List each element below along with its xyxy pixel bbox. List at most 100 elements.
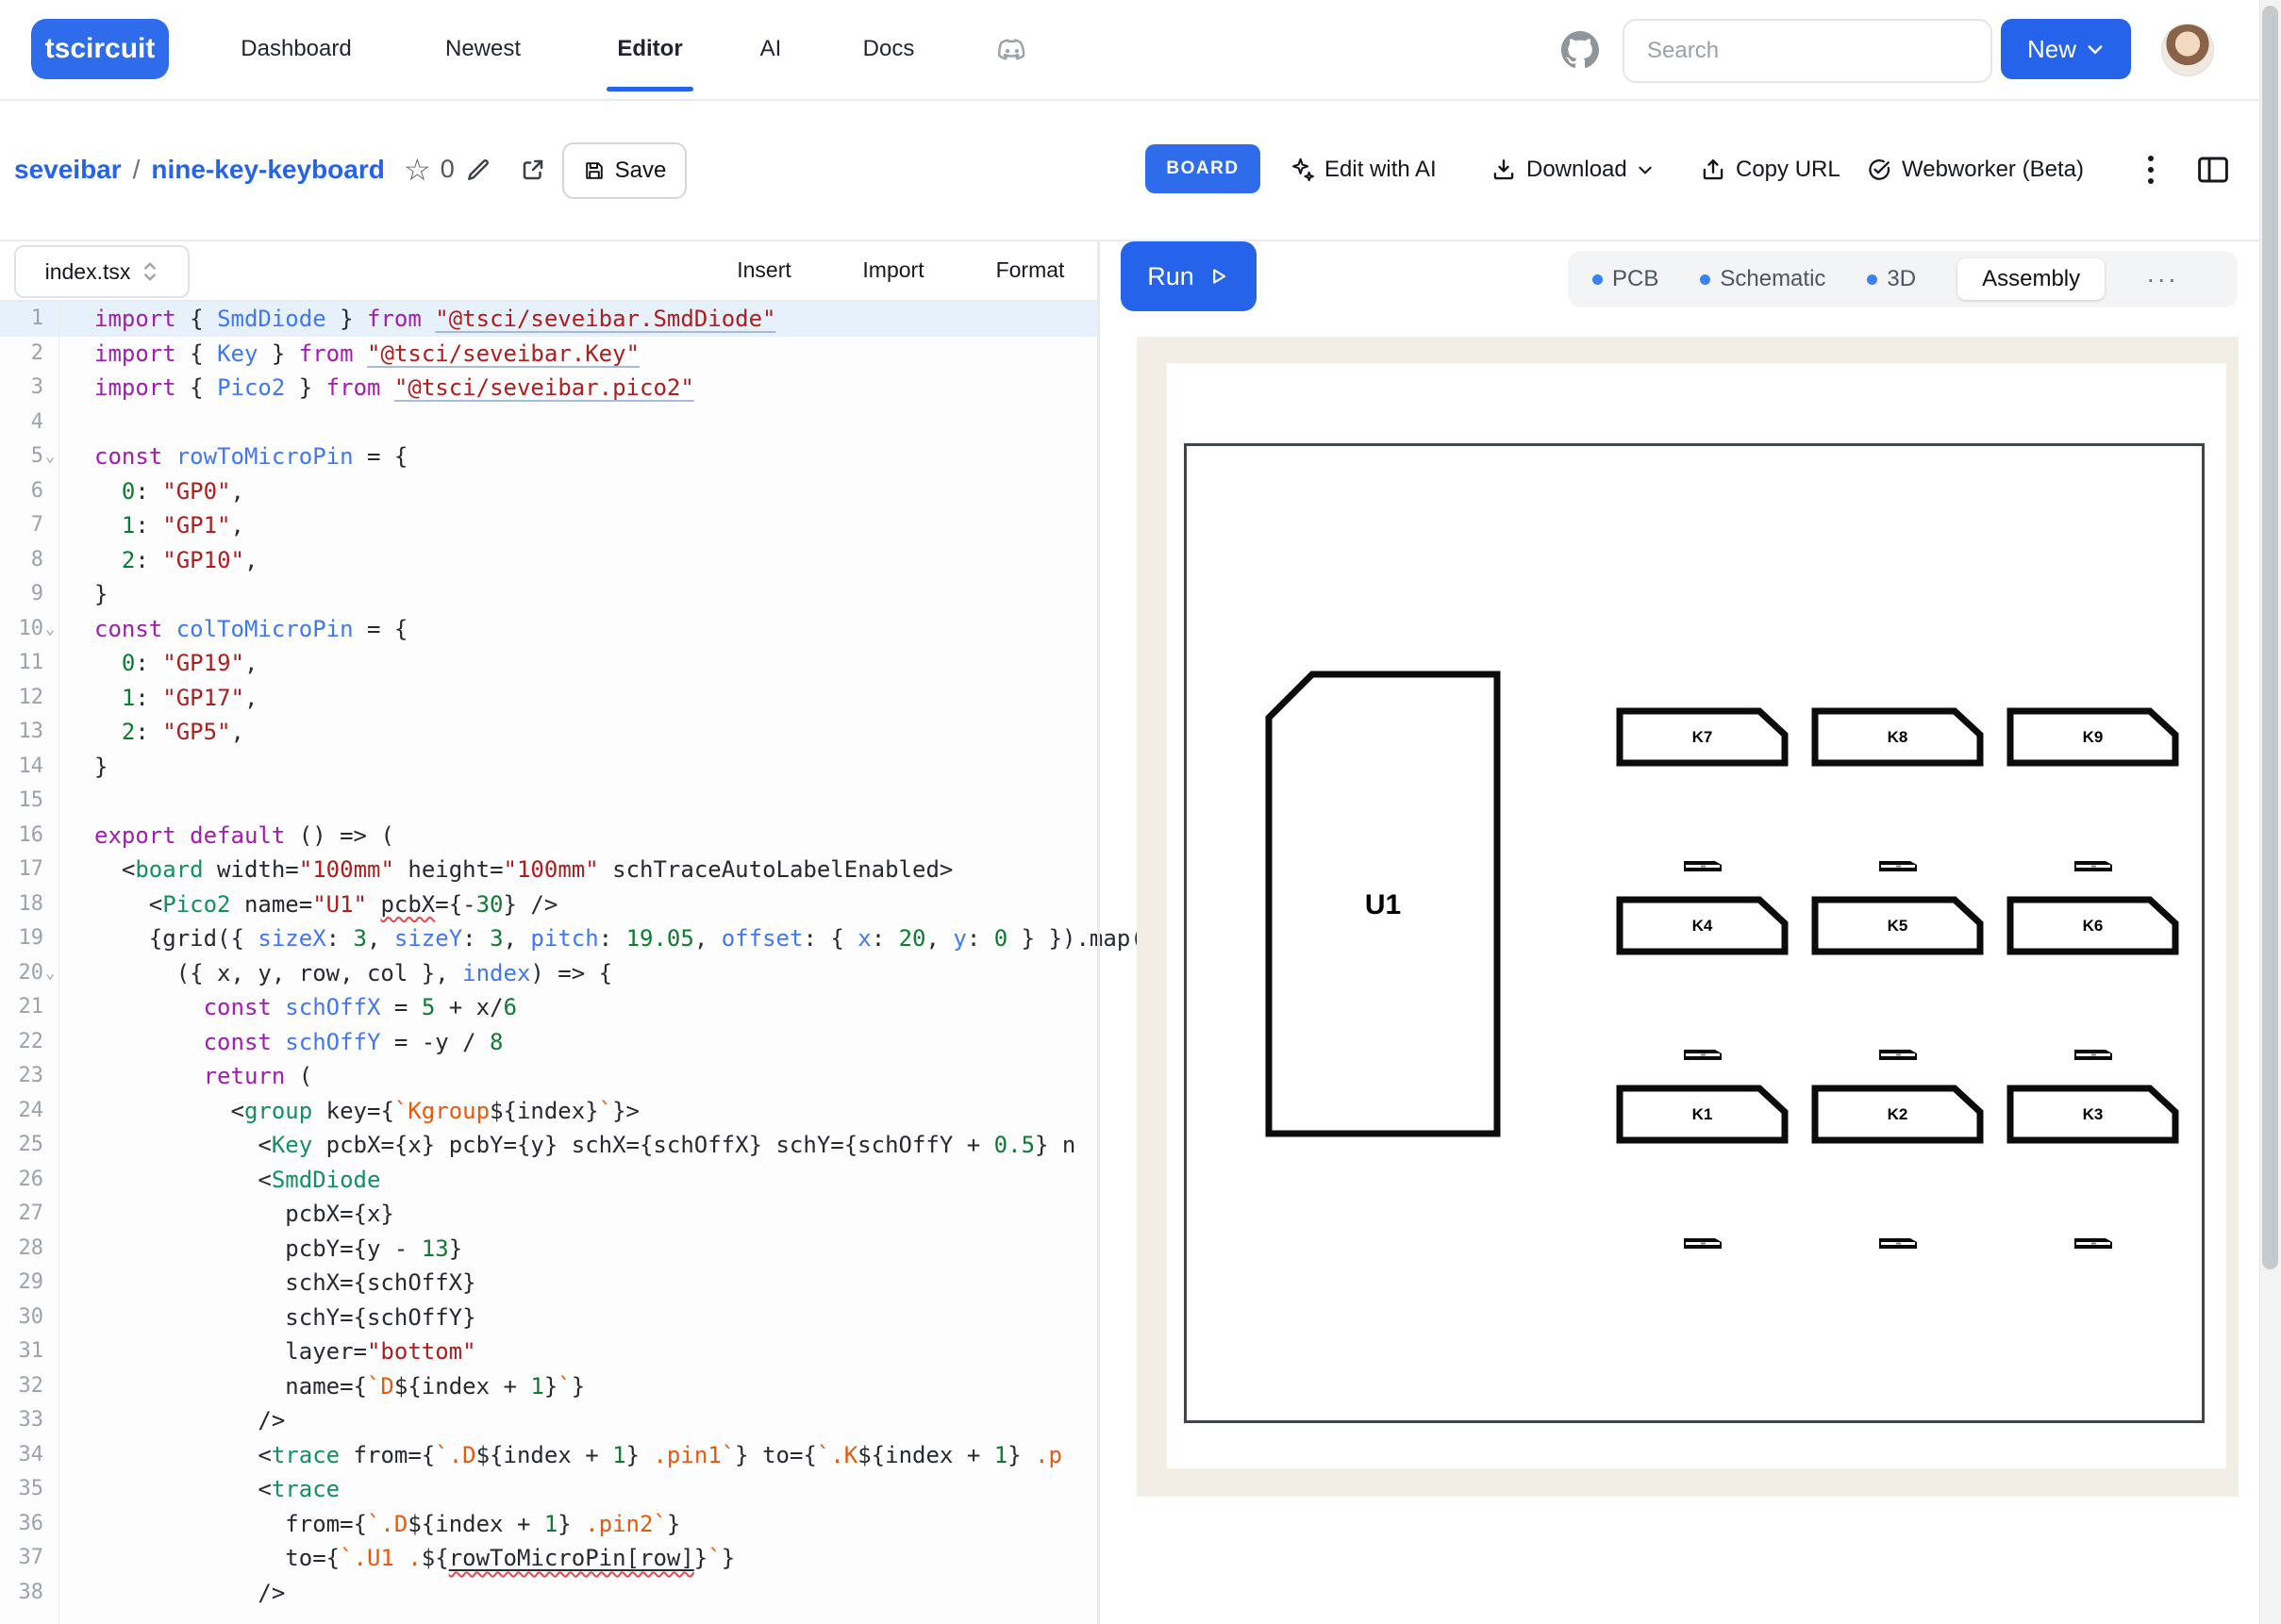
line-number: 25 bbox=[0, 1128, 43, 1163]
more-menu-button[interactable] bbox=[2141, 101, 2160, 238]
tab-3d[interactable]: 3D bbox=[1867, 266, 1916, 292]
code-text: ({ x, y, row, col }, index) => { bbox=[94, 956, 612, 991]
keyswitch-k5: K5 bbox=[1811, 896, 1984, 955]
chip-label: U1 bbox=[1265, 889, 1501, 921]
code-line-13: 13 2: "GP5", bbox=[0, 715, 1097, 750]
code-line-17: 17 <board width="100mm" height="100mm" s… bbox=[0, 853, 1097, 887]
code-line-20: 20⌄ ({ x, y, row, col }, index) => { bbox=[0, 956, 1097, 991]
keyswitch-k7: K7 bbox=[1616, 707, 1789, 767]
kebab-icon bbox=[2147, 154, 2155, 186]
code-text: schX={schOffX} bbox=[94, 1266, 476, 1301]
new-button-label: New bbox=[2027, 35, 2076, 64]
code-line-16: 16export default () => ( bbox=[0, 819, 1097, 853]
tab-pcb[interactable]: PCB bbox=[1592, 266, 1658, 292]
status-dot bbox=[1700, 274, 1710, 285]
code-text: <trace from={`.D${index + 1} .pin1`} to=… bbox=[94, 1438, 1062, 1473]
editor-menu-insert[interactable]: Insert bbox=[737, 241, 791, 298]
smd-diode bbox=[1877, 859, 1919, 873]
code-text: const colToMicroPin = { bbox=[94, 612, 408, 647]
code-line-3: 3import { Pico2 } from "@tsci/seveibar.p… bbox=[0, 371, 1097, 406]
line-number: 35 bbox=[0, 1472, 43, 1507]
pane-divider[interactable] bbox=[1097, 241, 1100, 1624]
save-button[interactable]: Save bbox=[562, 142, 687, 199]
line-number: 33 bbox=[0, 1403, 43, 1438]
star-control[interactable]: ☆ 0 bbox=[404, 101, 455, 238]
code-text: 1: "GP17", bbox=[94, 681, 258, 716]
line-number: 28 bbox=[0, 1232, 43, 1267]
line-number: 20 bbox=[0, 956, 43, 991]
play-icon bbox=[1207, 265, 1230, 288]
code-text: <group key={`Kgroup${index}`}> bbox=[94, 1094, 640, 1129]
active-tab-underline bbox=[607, 87, 693, 91]
code-text: /> bbox=[94, 1403, 285, 1438]
code-line-34: 34 <trace from={`.D${index + 1} .pin1`} … bbox=[0, 1438, 1097, 1473]
nav-item-ai[interactable]: AI bbox=[755, 0, 788, 97]
nav-item-docs[interactable]: Docs bbox=[857, 0, 921, 97]
editor-menu-import[interactable]: Import bbox=[862, 241, 924, 298]
code-line-29: 29 schX={schOffX} bbox=[0, 1266, 1097, 1301]
nav-item-newest[interactable]: Newest bbox=[440, 0, 526, 97]
code-text: schY={schOffY} bbox=[94, 1301, 476, 1335]
code-line-9: 9} bbox=[0, 577, 1097, 612]
webworker-label: Webworker (Beta) bbox=[1902, 157, 2084, 183]
status-dot bbox=[1592, 274, 1603, 285]
code-line-7: 7 1: "GP1", bbox=[0, 508, 1097, 543]
nav-item-dashboard[interactable]: Dashboard bbox=[235, 0, 357, 97]
tabs-more-button[interactable]: ··· bbox=[2146, 264, 2178, 294]
project-link[interactable]: nine-key-keyboard bbox=[151, 155, 384, 185]
open-share-button[interactable] bbox=[519, 101, 547, 238]
rename-button[interactable] bbox=[464, 101, 492, 238]
fold-arrow-icon[interactable]: ⌄ bbox=[45, 439, 55, 474]
user-avatar[interactable] bbox=[2161, 24, 2214, 76]
edit-with-ai-button[interactable]: Edit with AI bbox=[1289, 101, 1437, 238]
search-input[interactable]: Search bbox=[1623, 19, 1992, 83]
owner-link[interactable]: seveibar bbox=[14, 155, 122, 185]
smd-diode bbox=[1877, 1236, 1919, 1251]
fold-arrow-icon[interactable]: ⌄ bbox=[45, 956, 55, 991]
brand-logo[interactable]: tscircuit bbox=[31, 19, 169, 79]
edit-with-ai-label: Edit with AI bbox=[1324, 157, 1437, 183]
code-line-25: 25 <Key pcbX={x} pcbY={y} schX={schOffX}… bbox=[0, 1128, 1097, 1163]
code-text: 2: "GP10", bbox=[94, 543, 258, 578]
editor-menu-format[interactable]: Format bbox=[996, 241, 1065, 298]
check-circle-icon bbox=[1866, 157, 1892, 183]
line-number: 23 bbox=[0, 1059, 43, 1094]
run-button[interactable]: Run bbox=[1121, 241, 1257, 311]
new-button[interactable]: New bbox=[2001, 19, 2131, 79]
code-text: layer="bottom" bbox=[94, 1334, 476, 1369]
tab-schematic[interactable]: Schematic bbox=[1700, 266, 1825, 292]
github-icon[interactable] bbox=[1558, 28, 1602, 72]
copy-url-button[interactable]: Copy URL bbox=[1700, 101, 1840, 238]
line-number: 30 bbox=[0, 1301, 43, 1335]
code-text: pcbY={y - 13} bbox=[94, 1232, 462, 1267]
sparkles-icon bbox=[1289, 157, 1315, 183]
tab-label: PCB bbox=[1612, 266, 1658, 292]
smd-diode bbox=[1682, 859, 1723, 873]
star-icon: ☆ bbox=[404, 152, 431, 188]
line-number: 31 bbox=[0, 1334, 43, 1369]
code-text: <trace bbox=[94, 1472, 340, 1507]
tab-assembly[interactable]: Assembly bbox=[1957, 258, 2105, 300]
nav-item-editor[interactable]: Editor bbox=[611, 0, 688, 97]
board-badge[interactable]: BOARD bbox=[1145, 144, 1260, 193]
file-selector[interactable]: index.tsx bbox=[14, 245, 190, 298]
smd-diode bbox=[2073, 859, 2114, 873]
status-dot bbox=[1867, 274, 1877, 285]
line-number: 17 bbox=[0, 853, 43, 887]
panel-layout-icon bbox=[2196, 155, 2230, 185]
code-text: name={`D${index + 1}`} bbox=[94, 1369, 585, 1404]
page-scrollbar-thumb[interactable] bbox=[2262, 6, 2278, 1269]
panel-toggle-button[interactable] bbox=[2196, 101, 2230, 238]
code-editor[interactable]: 1import { SmdDiode } from "@tsci/seveiba… bbox=[0, 302, 1097, 1624]
code-line-23: 23 return ( bbox=[0, 1059, 1097, 1094]
line-number: 18 bbox=[0, 887, 43, 922]
code-line-27: 27 pcbX={x} bbox=[0, 1197, 1097, 1232]
code-line-5: 5⌄const rowToMicroPin = { bbox=[0, 439, 1097, 474]
code-line-31: 31 layer="bottom" bbox=[0, 1334, 1097, 1369]
discord-icon[interactable] bbox=[991, 28, 1034, 72]
download-button[interactable]: Download bbox=[1490, 101, 1654, 238]
fold-arrow-icon[interactable]: ⌄ bbox=[45, 612, 55, 647]
code-line-28: 28 pcbY={y - 13} bbox=[0, 1232, 1097, 1267]
webworker-toggle[interactable]: Webworker (Beta) bbox=[1866, 101, 2084, 238]
chevron-down-icon bbox=[2086, 40, 2105, 58]
